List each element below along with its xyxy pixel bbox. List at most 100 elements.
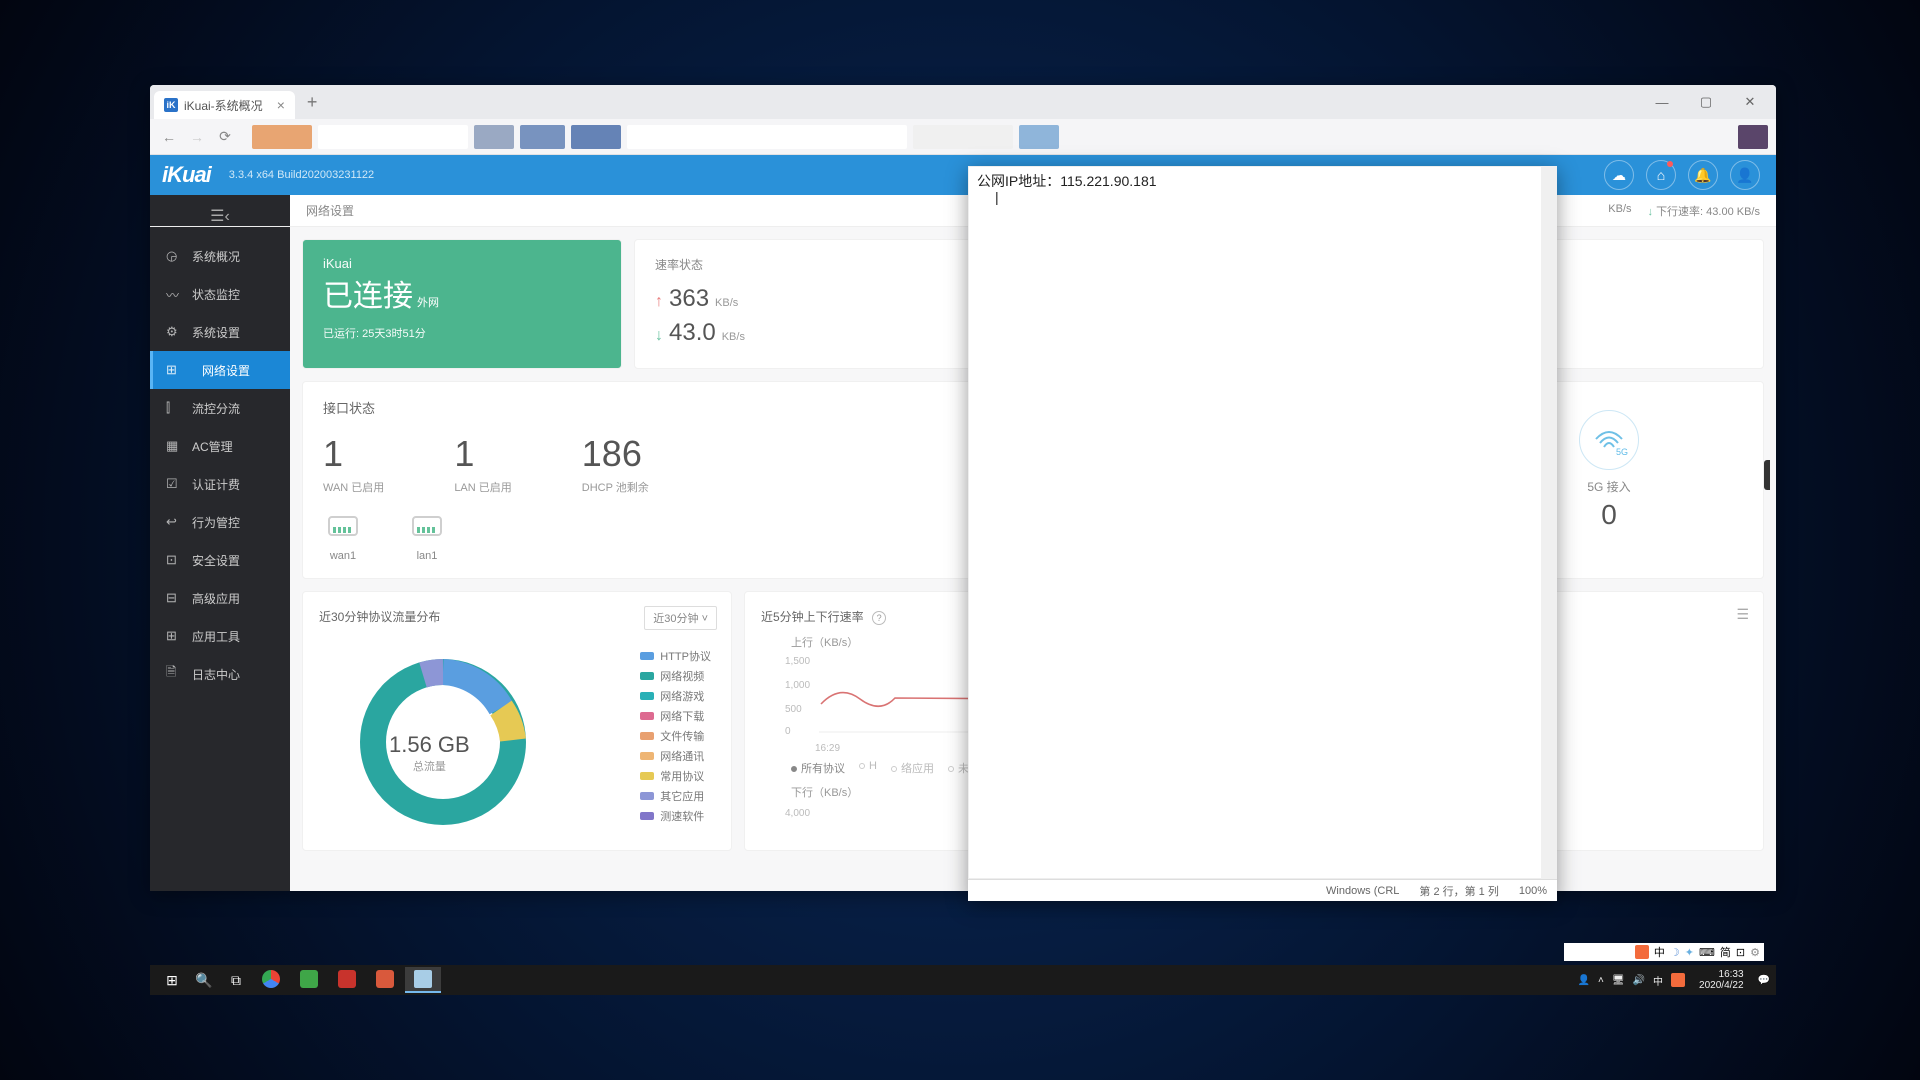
- sidebar-item-tools[interactable]: ⊞应用工具: [150, 617, 290, 655]
- legend-swatch: [640, 792, 654, 800]
- list-toggle-icon[interactable]: ☰: [1736, 606, 1749, 623]
- address-segment: [1738, 125, 1768, 149]
- legend-item[interactable]: 网络游戏: [640, 688, 711, 704]
- keyboard-icon[interactable]: ⌨: [1699, 946, 1715, 959]
- sidebar-item-flow[interactable]: ⫿流控分流: [150, 389, 290, 427]
- people-icon[interactable]: 👤: [1578, 975, 1590, 986]
- tray-icon[interactable]: ✦: [1685, 946, 1694, 959]
- down-value: 43.0: [669, 319, 716, 347]
- filter-option[interactable]: 所有协议: [791, 760, 845, 776]
- notifications-icon[interactable]: 💬: [1758, 975, 1770, 986]
- sidebar-item-label: 系统概况: [192, 248, 240, 265]
- address-segment: [1019, 125, 1059, 149]
- sidebar-item-ac[interactable]: ▦AC管理: [150, 427, 290, 465]
- forward-button[interactable]: →: [186, 129, 208, 145]
- sidebar-item-monitor[interactable]: 〰状态监控: [150, 275, 290, 313]
- legend-item[interactable]: 网络视频: [640, 668, 711, 684]
- system-tray: 👤 ˄ 🖥 🔊 中 16:33 2020/4/22 💬: [1578, 969, 1770, 991]
- down-arrow-icon: ↓: [655, 327, 663, 345]
- home-icon[interactable]: ⌂: [1646, 160, 1676, 190]
- app-orange[interactable]: [367, 967, 403, 993]
- radio-icon: [948, 766, 954, 772]
- help-icon[interactable]: ?: [872, 611, 886, 625]
- time-range-select[interactable]: 近30分钟 ˅: [644, 606, 717, 630]
- sidebar-item-label: 安全设置: [192, 552, 240, 569]
- port-label: wan1: [323, 550, 363, 562]
- legend-item[interactable]: 网络通讯: [640, 748, 711, 764]
- iface-stat-lan: 1LAN 已启用: [454, 433, 511, 495]
- minimize-button[interactable]: —: [1640, 87, 1684, 117]
- notepad-app[interactable]: [405, 967, 441, 993]
- back-button[interactable]: ←: [158, 129, 180, 145]
- gear-icon[interactable]: ⚙: [1750, 946, 1760, 959]
- taskview-icon[interactable]: ⧉: [220, 966, 252, 994]
- address-segment: [571, 125, 621, 149]
- legend-item[interactable]: HTTP协议: [640, 648, 711, 664]
- moon-icon[interactable]: ☽: [1670, 946, 1680, 959]
- logo: iKuai: [162, 162, 211, 188]
- app-red[interactable]: [329, 967, 365, 993]
- clock[interactable]: 16:33 2020/4/22: [1693, 969, 1750, 991]
- port-lan1[interactable]: lan1: [407, 513, 447, 562]
- reload-button[interactable]: ⟳: [214, 128, 236, 145]
- tray-icon[interactable]: 简: [1720, 944, 1731, 960]
- svg-text:1,000: 1,000: [785, 680, 810, 691]
- search-icon[interactable]: 🔍: [188, 966, 220, 994]
- close-button[interactable]: ✕: [1728, 87, 1772, 117]
- sidebar-item-label: 系统设置: [192, 324, 240, 341]
- legend-swatch: [640, 672, 654, 680]
- stat-num: 1: [323, 433, 384, 475]
- sidebar-item-overview[interactable]: ◶ 系统概况: [150, 237, 290, 275]
- sidebar-item-behavior[interactable]: ↩行为管控: [150, 503, 290, 541]
- total-label: 总流量: [389, 758, 470, 774]
- tab-close-icon[interactable]: ×: [277, 97, 285, 113]
- display-icon[interactable]: 🖥: [1612, 975, 1625, 986]
- total-value: 1.56 GB: [389, 732, 470, 758]
- new-tab-button[interactable]: +: [301, 92, 324, 113]
- user-icon[interactable]: 👤: [1730, 160, 1760, 190]
- tray-chevron-icon[interactable]: ˄: [1598, 975, 1604, 986]
- ime-icon[interactable]: 中: [1653, 973, 1663, 988]
- app-green[interactable]: [291, 967, 327, 993]
- dashboard-icon: ◶: [166, 248, 182, 264]
- sidebar-item-label: 应用工具: [192, 628, 240, 645]
- start-button[interactable]: ⊞: [156, 966, 188, 994]
- scrollbar[interactable]: [1541, 166, 1557, 879]
- filter-option[interactable]: 络应用: [891, 760, 934, 776]
- chrome-app[interactable]: [253, 967, 289, 993]
- ime-indicator[interactable]: 中: [1654, 944, 1665, 960]
- chevron-down-icon: ˅: [702, 613, 708, 625]
- sidebar-item-network[interactable]: ⊞网络设置: [150, 351, 290, 389]
- sidebar-item-logs[interactable]: 🗎日志中心: [150, 655, 290, 693]
- tray-icon[interactable]: ⊡: [1736, 946, 1745, 959]
- legend-item[interactable]: 其它应用: [640, 788, 711, 804]
- legend-item[interactable]: 网络下载: [640, 708, 711, 724]
- address-segment: [913, 125, 1013, 149]
- legend-label: 网络通讯: [660, 748, 704, 764]
- ime-tray[interactable]: 中 ☽ ✦ ⌨ 简 ⊡ ⚙: [1564, 943, 1764, 961]
- legend-label: HTTP协议: [660, 648, 711, 664]
- sidebar-item-auth[interactable]: ☑认证计费: [150, 465, 290, 503]
- tray-app-icon[interactable]: [1671, 973, 1685, 987]
- legend-item[interactable]: 测速软件: [640, 808, 711, 824]
- tray-icon[interactable]: [1635, 945, 1649, 959]
- legend-label: 其它应用: [660, 788, 704, 804]
- sidebar-item-system[interactable]: ⚙系统设置: [150, 313, 290, 351]
- legend-swatch: [640, 692, 654, 700]
- sidebar-item-advanced[interactable]: ⊟高级应用: [150, 579, 290, 617]
- sidebar-item-label: 日志中心: [192, 666, 240, 683]
- sidebar-item-security[interactable]: ⊡安全设置: [150, 541, 290, 579]
- notepad-content[interactable]: 公网IP地址：115.221.90.181 |: [968, 166, 1557, 879]
- notepad-window[interactable]: 公网IP地址：115.221.90.181 | Windows (CRL 第 2…: [968, 166, 1557, 901]
- filter-option[interactable]: H: [859, 760, 877, 776]
- bell-icon[interactable]: 🔔: [1688, 160, 1718, 190]
- legend-item[interactable]: 常用协议: [640, 768, 711, 784]
- legend-item[interactable]: 文件传输: [640, 728, 711, 744]
- cloud-icon[interactable]: ☁: [1604, 160, 1634, 190]
- volume-icon[interactable]: 🔊: [1633, 975, 1645, 986]
- maximize-button[interactable]: ▢: [1684, 87, 1728, 117]
- side-handle[interactable]: [1764, 460, 1770, 490]
- legend-swatch: [640, 732, 654, 740]
- port-wan1[interactable]: wan1: [323, 513, 363, 562]
- browser-tab[interactable]: iK iKuai-系统概况 ×: [154, 91, 295, 119]
